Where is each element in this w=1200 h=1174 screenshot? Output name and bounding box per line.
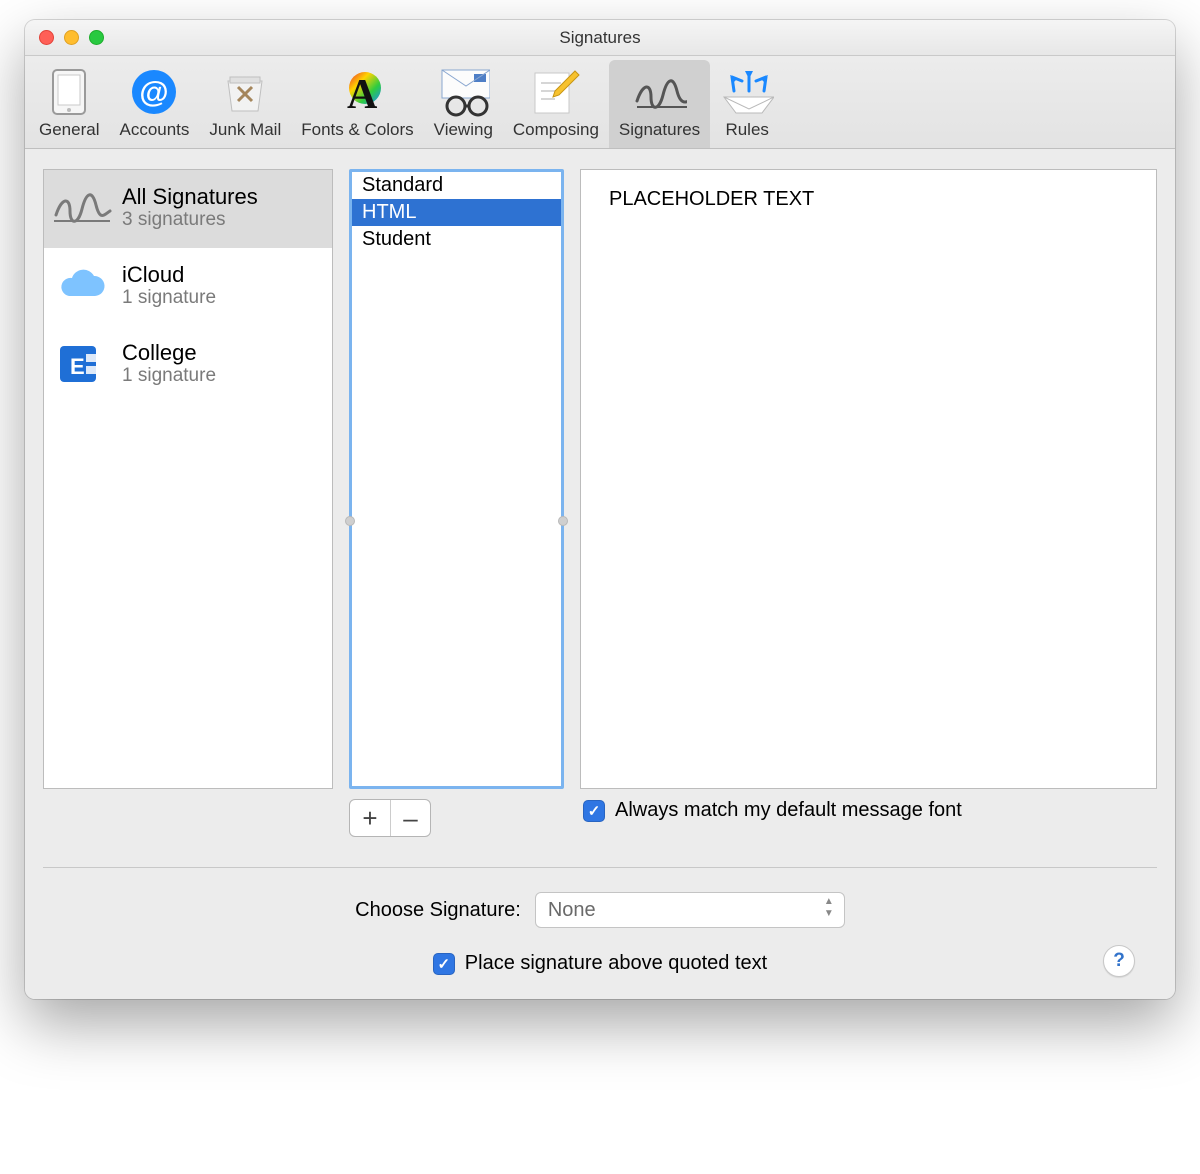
help-button[interactable]: ?	[1103, 945, 1135, 977]
trash-icon	[218, 66, 272, 118]
toolbar-item-signatures[interactable]: Signatures	[609, 60, 710, 148]
accounts-list[interactable]: All Signatures 3 signatures iCloud 1 sig…	[43, 169, 333, 789]
toolbar-item-label: Composing	[513, 120, 599, 140]
account-name: All Signatures	[122, 185, 258, 209]
choose-signature-select[interactable]: None ▲▼	[535, 892, 845, 928]
signature-item-student[interactable]: Student	[352, 226, 561, 253]
account-item-icloud[interactable]: iCloud 1 signature	[44, 248, 332, 326]
compose-pencil-icon	[529, 66, 583, 118]
resize-handle-left[interactable]	[345, 516, 355, 526]
signature-preview[interactable]: PLACEHOLDER TEXT	[580, 169, 1157, 789]
account-count: 1 signature	[122, 287, 216, 309]
preferences-window: Signatures General @ Accounts Junk Mail	[25, 20, 1175, 999]
font-color-icon: A	[330, 66, 384, 118]
choose-signature-row: Choose Signature: None ▲▼	[43, 892, 1157, 928]
toolbar-item-label: Fonts & Colors	[301, 120, 413, 140]
toolbar-item-accounts[interactable]: @ Accounts	[109, 60, 199, 148]
match-font-row: ✓ Always match my default message font	[583, 799, 962, 822]
toolbar-item-label: Signatures	[619, 120, 700, 140]
account-count: 3 signatures	[122, 209, 258, 231]
minimize-window-button[interactable]	[64, 30, 79, 45]
zoom-window-button[interactable]	[89, 30, 104, 45]
panel-controls: + – ✓ Always match my default message fo…	[43, 799, 1157, 837]
resize-handle-right[interactable]	[558, 516, 568, 526]
icloud-icon	[52, 256, 112, 316]
glasses-envelope-icon	[436, 66, 490, 118]
toolbar-item-composing[interactable]: Composing	[503, 60, 609, 148]
select-arrows-icon: ▲▼	[824, 897, 834, 919]
divider	[43, 867, 1157, 868]
place-above-label: Place signature above quoted text	[465, 952, 767, 975]
choose-signature-value: None	[548, 899, 596, 922]
at-sign-icon: @	[127, 66, 181, 118]
close-window-button[interactable]	[39, 30, 54, 45]
toolbar-item-viewing[interactable]: Viewing	[424, 60, 503, 148]
signature-item-html[interactable]: HTML	[352, 199, 561, 226]
signature-icon	[52, 178, 112, 238]
svg-text:A: A	[347, 72, 378, 118]
place-above-row: ✓ Place signature above quoted text	[43, 952, 1157, 975]
signatures-list[interactable]: Standard HTML Student	[349, 169, 564, 789]
add-remove-group: + –	[349, 799, 431, 837]
content-area: All Signatures 3 signatures iCloud 1 sig…	[25, 149, 1175, 999]
titlebar: Signatures	[25, 20, 1175, 56]
toolbar-item-rules[interactable]: Rules	[710, 60, 784, 148]
toolbar-item-junk-mail[interactable]: Junk Mail	[199, 60, 291, 148]
match-font-checkbox[interactable]: ✓	[583, 800, 605, 822]
choose-signature-label: Choose Signature:	[355, 899, 521, 922]
account-name: College	[122, 341, 216, 365]
remove-signature-button[interactable]: –	[390, 800, 430, 836]
window-controls	[39, 20, 104, 55]
place-above-checkbox[interactable]: ✓	[433, 953, 455, 975]
toolbar-item-fonts-colors[interactable]: A Fonts & Colors	[291, 60, 423, 148]
rules-arrows-icon	[720, 66, 774, 118]
panels-row: All Signatures 3 signatures iCloud 1 sig…	[43, 169, 1157, 789]
add-signature-button[interactable]: +	[350, 800, 390, 836]
account-item-college[interactable]: E College 1 signature	[44, 326, 332, 404]
bottom-section: Choose Signature: None ▲▼ ✓ Place signat…	[43, 892, 1157, 999]
toolbar-item-label: Accounts	[119, 120, 189, 140]
account-count: 1 signature	[122, 365, 216, 387]
exchange-icon: E	[52, 334, 112, 394]
toolbar-item-label: Rules	[725, 120, 768, 140]
toolbar-item-label: Junk Mail	[209, 120, 281, 140]
svg-text:E: E	[70, 354, 85, 379]
phone-icon	[42, 66, 96, 118]
match-font-label: Always match my default message font	[615, 799, 962, 822]
signature-icon	[633, 66, 687, 118]
toolbar-item-general[interactable]: General	[29, 60, 109, 148]
help-button-label: ?	[1113, 950, 1125, 972]
toolbar-item-label: General	[39, 120, 99, 140]
toolbar: General @ Accounts Junk Mail	[25, 56, 1175, 149]
account-name: iCloud	[122, 263, 216, 287]
toolbar-item-label: Viewing	[434, 120, 493, 140]
preview-text: PLACEHOLDER TEXT	[609, 188, 814, 210]
window-title: Signatures	[25, 28, 1175, 48]
account-item-all-signatures[interactable]: All Signatures 3 signatures	[44, 170, 332, 248]
svg-text:@: @	[140, 76, 169, 109]
signature-item-standard[interactable]: Standard	[352, 172, 561, 199]
